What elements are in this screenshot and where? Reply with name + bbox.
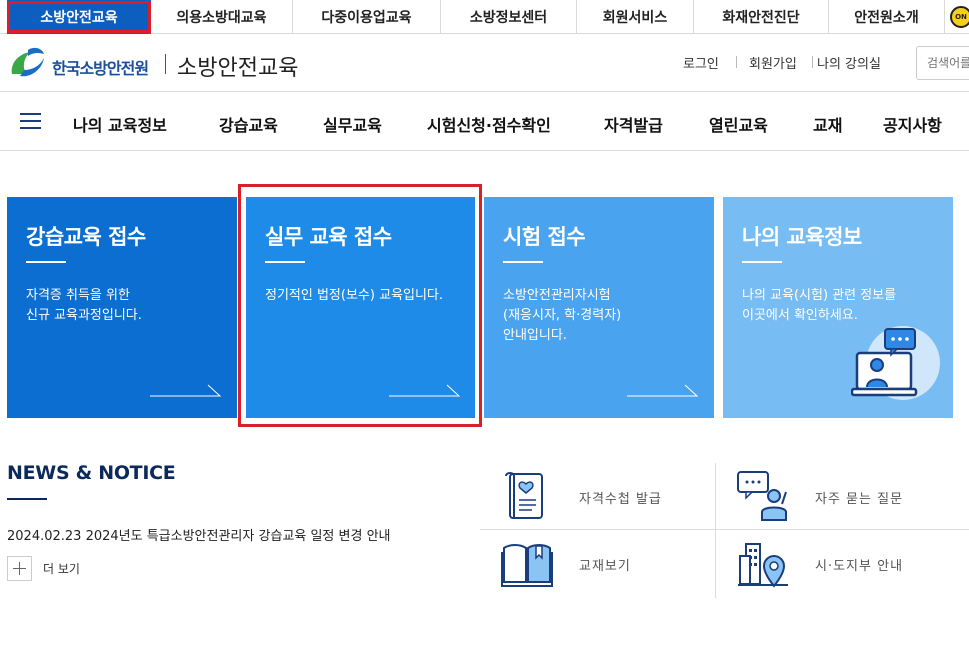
nav-item-my-education-info[interactable]: 나의 교육정보 — [73, 112, 167, 136]
card-title: 강습교육 접수 — [26, 225, 146, 249]
card-my-education-info[interactable]: 나의 교육정보 나의 교육(시험) 관련 정보를 이곳에서 확인하세요. — [723, 197, 953, 418]
news-list-item[interactable]: 2024.02.23 2024년도 특급소방안전관리자 강습교육 일정 변경 안… — [7, 525, 390, 544]
nav-item-open-education[interactable]: 열린교육 — [709, 112, 768, 136]
online-learning-laptop-icon — [851, 326, 940, 400]
site-tab-fire-information-center[interactable]: 소방정보센터 — [441, 0, 577, 34]
main-navigation: 나의 교육정보 강습교육 실무교육 시험신청·점수확인 자격발급 열린교육 교재… — [0, 93, 969, 151]
site-header: 한국소방안전원 소방안전교육 로그인 회원가입 나의 강의실 — [0, 35, 969, 92]
quick-links-divider — [480, 529, 969, 530]
news-heading-underline — [7, 498, 47, 500]
arrow-right-icon — [627, 384, 699, 397]
card-description: 소방안전관리자시험 (재응시자, 학·경력자) 안내입니다. — [503, 288, 622, 343]
book-icon[interactable] — [500, 538, 554, 590]
site-tab-about-institute[interactable]: 안전원소개 — [829, 0, 945, 34]
login-link[interactable]: 로그인 — [683, 53, 719, 72]
site-name[interactable]: 소방안전교육 — [177, 50, 298, 82]
my-classroom-link[interactable]: 나의 강의실 — [817, 53, 881, 72]
hamburger-icon[interactable] — [20, 113, 41, 130]
institute-name[interactable]: 한국소방안전원 — [52, 55, 149, 79]
news-notice-heading: NEWS & NOTICE — [7, 462, 176, 484]
quick-link-textbooks[interactable]: 교재보기 — [579, 555, 631, 574]
card-title: 시험 접수 — [503, 225, 586, 249]
nav-item-notices[interactable]: 공지사항 — [883, 112, 942, 136]
site-tab-fire-safety-diagnosis[interactable]: 화재안전진단 — [694, 0, 829, 34]
search-input[interactable] — [916, 46, 969, 80]
selected-card-highlight-box — [238, 184, 482, 427]
util-divider — [812, 56, 813, 68]
card-lecture-education-application[interactable]: 강습교육 접수 자격증 취득을 위한 신규 교육과정입니다. — [7, 197, 237, 418]
logo-divider — [165, 54, 166, 74]
quick-link-faq[interactable]: 자주 묻는 질문 — [815, 488, 903, 507]
active-site-highlight-box — [7, 1, 151, 33]
news-text: 2024년도 특급소방안전관리자 강습교육 일정 변경 안내 — [85, 529, 391, 544]
card-title-underline — [503, 261, 543, 263]
top-site-bar: 소방안전교육 의용소방대교육 다중이용업교육 소방정보센터 회원서비스 화재안전… — [0, 0, 969, 34]
institute-logo-icon[interactable] — [8, 44, 48, 80]
card-title-underline — [742, 261, 782, 263]
certificate-icon[interactable] — [500, 470, 554, 522]
signup-link[interactable]: 회원가입 — [749, 53, 797, 72]
util-divider — [736, 56, 737, 68]
location-building-icon[interactable] — [736, 538, 790, 590]
quick-links-divider — [715, 463, 716, 598]
nav-item-exam-application[interactable]: 시험신청·점수확인 — [427, 112, 551, 136]
nav-item-certificate-issuance[interactable]: 자격발급 — [604, 112, 663, 136]
plus-icon[interactable] — [7, 556, 32, 581]
card-title-underline — [26, 261, 66, 263]
nav-item-lecture-education[interactable]: 강습교육 — [219, 112, 278, 136]
news-date: 2024.02.23 — [7, 529, 82, 544]
site-tab-member-services[interactable]: 회원서비스 — [577, 0, 694, 34]
nav-item-textbooks[interactable]: 교재 — [813, 112, 842, 136]
faq-icon[interactable] — [736, 470, 790, 522]
site-tab-multi-use-business-education[interactable]: 다중이용업교육 — [293, 0, 441, 34]
site-tab-volunteer-fire-education[interactable]: 의용소방대교육 — [151, 0, 293, 34]
nav-item-practical-education[interactable]: 실무교육 — [323, 112, 382, 136]
more-link[interactable]: 더 보기 — [43, 560, 80, 577]
card-exam-application[interactable]: 시험 접수 소방안전관리자시험 (재응시자, 학·경력자) 안내입니다. — [484, 197, 714, 418]
card-title: 나의 교육정보 — [742, 225, 862, 249]
card-description: 자격증 취득을 위한 신규 교육과정입니다. — [26, 288, 142, 323]
mascot-badge-icon[interactable]: ON — [950, 6, 969, 28]
quick-link-regional-branches[interactable]: 시·도지부 안내 — [815, 555, 903, 574]
quick-link-certificate-issuance[interactable]: 자격수첩 발급 — [579, 488, 662, 507]
arrow-right-icon — [150, 384, 222, 397]
card-description: 나의 교육(시험) 관련 정보를 이곳에서 확인하세요. — [742, 288, 897, 323]
